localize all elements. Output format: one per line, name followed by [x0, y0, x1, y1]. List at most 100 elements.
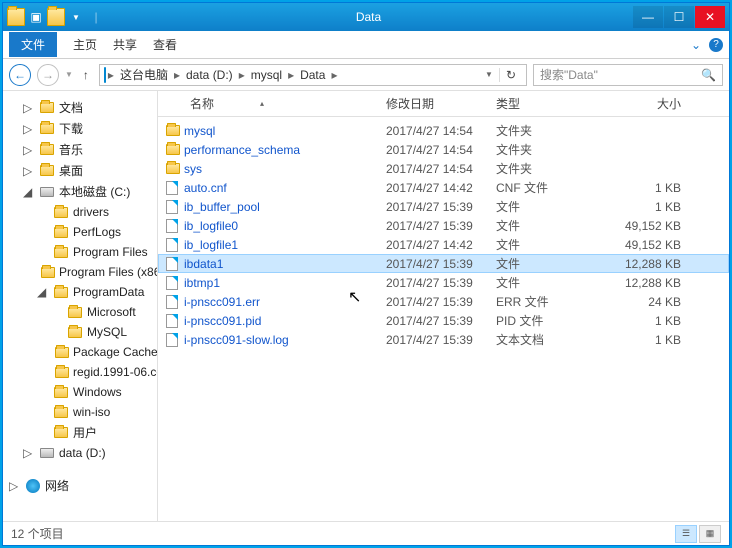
file-name: i-pnscc091.err: [184, 295, 386, 309]
folder-icon: [55, 344, 69, 360]
folder-icon: [166, 125, 184, 136]
nav-up-button[interactable]: ↑: [79, 68, 93, 82]
nav-tree[interactable]: ▷文档▷下载▷音乐▷桌面◢本地磁盘 (C:)driversPerfLogsPro…: [3, 91, 158, 521]
breadcrumb-sep[interactable]: ▸: [174, 68, 180, 82]
tree-expand-icon[interactable]: ▷: [9, 479, 21, 493]
close-button[interactable]: ✕: [695, 6, 725, 28]
file-row[interactable]: performance_schema2017/4/27 14:54文件夹: [158, 140, 729, 159]
file-row[interactable]: i-pnscc091.err2017/4/27 15:39ERR 文件24 KB: [158, 292, 729, 311]
address-bar[interactable]: ▸ 这台电脑 ▸ data (D:) ▸ mysql ▸ Data ▸ ▼ ↻: [99, 64, 527, 86]
tree-item[interactable]: Program Files (x86): [3, 262, 157, 282]
file-icon: [166, 314, 184, 328]
search-input[interactable]: 搜索"Data" 🔍: [533, 64, 723, 86]
file-size: 24 KB: [596, 295, 721, 309]
tree-item[interactable]: ◢ ProgramData: [3, 282, 157, 302]
file-row[interactable]: ibtmp12017/4/27 15:39文件12,288 KB: [158, 273, 729, 292]
view-details-button[interactable]: ☰: [675, 525, 697, 543]
file-icon: [166, 219, 184, 233]
ribbon-expand-icon[interactable]: ⌄: [691, 38, 701, 52]
tree-item[interactable]: regid.1991-06.com.microsoft: [3, 362, 157, 382]
tree-item[interactable]: ▷下载: [3, 118, 157, 139]
help-icon[interactable]: ?: [709, 38, 723, 52]
tree-item[interactable]: Microsoft: [3, 302, 157, 322]
file-row[interactable]: ib_buffer_pool2017/4/27 15:39文件1 KB: [158, 197, 729, 216]
tree-expand-icon[interactable]: ▷: [23, 164, 35, 178]
tree-item[interactable]: Package Cache: [3, 342, 157, 362]
ribbon-tab-view[interactable]: 查看: [153, 36, 177, 53]
minimize-button[interactable]: —: [633, 6, 663, 28]
breadcrumb-sep[interactable]: ▸: [108, 68, 114, 82]
ribbon-tab-share[interactable]: 共享: [113, 36, 137, 53]
col-size[interactable]: 大小: [596, 95, 721, 112]
file-row[interactable]: auto.cnf2017/4/27 14:42CNF 文件1 KB: [158, 178, 729, 197]
col-type[interactable]: 类型: [496, 95, 596, 112]
search-icon[interactable]: 🔍: [701, 68, 716, 82]
tree-item[interactable]: ▷音乐: [3, 139, 157, 160]
tree-item[interactable]: Windows: [3, 382, 157, 402]
tree-expand-icon[interactable]: ◢: [37, 285, 49, 299]
tree-item[interactable]: PerfLogs: [3, 222, 157, 242]
file-list[interactable]: mysql2017/4/27 14:54文件夹performance_schem…: [158, 117, 729, 521]
file-type: 文件: [496, 236, 596, 253]
file-row[interactable]: ib_logfile02017/4/27 15:39文件49,152 KB: [158, 216, 729, 235]
tree-item[interactable]: drivers: [3, 202, 157, 222]
breadcrumb-sep[interactable]: ▸: [331, 68, 337, 82]
tree-item[interactable]: 用户: [3, 422, 157, 443]
refresh-button[interactable]: ↻: [499, 68, 522, 82]
folder-icon: [39, 121, 55, 137]
qat-folder-icon[interactable]: [7, 8, 25, 26]
crumb-mysql[interactable]: mysql: [247, 66, 286, 84]
tree-item-label: Program Files (x86): [59, 265, 158, 279]
tree-item[interactable]: ▷网络: [3, 475, 157, 496]
tree-expand-icon[interactable]: ▷: [23, 101, 35, 115]
col-date[interactable]: 修改日期: [386, 95, 496, 112]
col-name[interactable]: 名称▴: [166, 95, 386, 112]
file-name: mysql: [184, 124, 386, 138]
file-row[interactable]: ibdata12017/4/27 15:39文件12,288 KB: [158, 254, 729, 273]
tree-item[interactable]: Program Files: [3, 242, 157, 262]
tree-expand-icon[interactable]: ▷: [23, 122, 35, 136]
nav-forward-button[interactable]: →: [37, 64, 59, 86]
nav-back-button[interactable]: ←: [9, 64, 31, 86]
tree-item[interactable]: ◢本地磁盘 (C:): [3, 181, 157, 202]
tree-item[interactable]: ▷data (D:): [3, 443, 157, 463]
file-date: 2017/4/27 15:39: [386, 200, 496, 214]
crumb-datadir[interactable]: Data: [296, 66, 329, 84]
file-row[interactable]: ib_logfile12017/4/27 14:42文件49,152 KB: [158, 235, 729, 254]
drive-icon: [39, 184, 55, 200]
file-size: 1 KB: [596, 333, 721, 347]
tree-item-label: ProgramData: [73, 285, 144, 299]
qat-dropdown-icon[interactable]: ▼: [67, 8, 85, 26]
file-name: ib_logfile0: [184, 219, 386, 233]
file-row[interactable]: mysql2017/4/27 14:54文件夹: [158, 121, 729, 140]
file-row[interactable]: i-pnscc091.pid2017/4/27 15:39PID 文件1 KB: [158, 311, 729, 330]
ribbon-file-tab[interactable]: 文件: [9, 32, 57, 57]
breadcrumb-sep[interactable]: ▸: [288, 68, 294, 82]
tree-expand-icon[interactable]: ▷: [23, 143, 35, 157]
breadcrumb-sep[interactable]: ▸: [239, 68, 245, 82]
tree-expand-icon[interactable]: ◢: [23, 185, 35, 199]
maximize-button[interactable]: ☐: [664, 6, 694, 28]
file-row[interactable]: i-pnscc091-slow.log2017/4/27 15:39文本文档1 …: [158, 330, 729, 349]
crumb-pc[interactable]: 这台电脑: [116, 64, 172, 85]
tree-item[interactable]: ▷桌面: [3, 160, 157, 181]
tree-item[interactable]: MySQL: [3, 322, 157, 342]
file-name: ib_buffer_pool: [184, 200, 386, 214]
ribbon-tab-home[interactable]: 主页: [73, 36, 97, 53]
file-type: 文件: [496, 198, 596, 215]
tree-item[interactable]: ▷文档: [3, 97, 157, 118]
tree-item[interactable]: win-iso: [3, 402, 157, 422]
qat-properties-icon[interactable]: ▣: [27, 8, 45, 26]
qat-open-icon[interactable]: [47, 8, 65, 26]
file-icon: [166, 257, 184, 271]
file-row[interactable]: sys2017/4/27 14:54文件夹: [158, 159, 729, 178]
folder-icon: [39, 163, 55, 179]
ribbon: 文件 主页 共享 查看 ⌄ ?: [3, 31, 729, 59]
view-icons-button[interactable]: ▦: [699, 525, 721, 543]
file-icon: [166, 333, 184, 347]
nav-history-icon[interactable]: ▼: [65, 70, 73, 79]
addr-dropdown-icon[interactable]: ▼: [481, 70, 497, 79]
column-headers[interactable]: 名称▴ 修改日期 类型 大小: [158, 91, 729, 117]
tree-expand-icon[interactable]: ▷: [23, 446, 35, 460]
crumb-data[interactable]: data (D:): [182, 66, 237, 84]
